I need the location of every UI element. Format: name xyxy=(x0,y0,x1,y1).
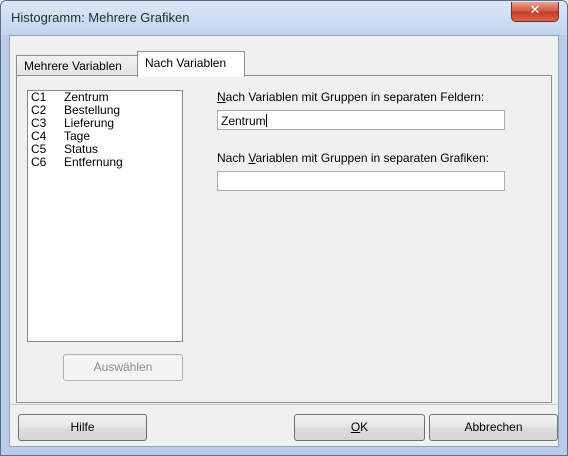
cancel-button[interactable]: Abbrechen xyxy=(429,414,558,441)
separate-graphs-label: Nach Variablen mit Gruppen in separaten … xyxy=(217,151,489,165)
title-bar[interactable]: Histogramm: Mehrere Grafiken ✕ xyxy=(1,1,567,35)
window-title: Histogramm: Mehrere Grafiken xyxy=(11,10,190,25)
label-part: Nach xyxy=(217,151,249,165)
button-label: Hilfe xyxy=(70,420,95,434)
ok-button[interactable]: OK xyxy=(294,414,425,441)
list-item[interactable]: C3 Lieferung xyxy=(28,117,182,130)
tab-label: Nach Variablen xyxy=(145,56,227,70)
text-caret xyxy=(265,114,267,127)
variable-listbox[interactable]: C1 Zentrum C2 Bestellung C3 Lieferung C4… xyxy=(27,90,183,342)
button-label: Abbrechen xyxy=(464,420,523,434)
input-value: Zentrum xyxy=(221,114,266,128)
list-item[interactable]: C6 Entfernung xyxy=(28,156,182,169)
divider xyxy=(10,404,558,405)
label-part: ach Variablen mit Gruppen in separaten F… xyxy=(225,90,485,104)
tab-panel-nach-variablen: C1 Zentrum C2 Bestellung C3 Lieferung C4… xyxy=(16,75,552,403)
separate-graphs-input[interactable] xyxy=(217,171,505,191)
tab-nach-variablen[interactable]: Nach Variablen xyxy=(137,51,245,77)
list-item[interactable]: C4 Tage xyxy=(28,130,182,143)
button-mnemonic: O xyxy=(350,420,361,434)
label-mnemonic: N xyxy=(217,90,226,104)
select-button[interactable]: Auswählen xyxy=(63,354,183,381)
tab-label: Mehrere Variablen xyxy=(24,59,122,73)
close-icon: ✕ xyxy=(529,3,541,18)
help-button[interactable]: Hilfe xyxy=(18,414,147,441)
dialog-client-area: Mehrere Variablen Nach Variablen C1 Zent… xyxy=(9,35,559,447)
close-button[interactable]: ✕ xyxy=(511,2,559,22)
tab-mehrere-variablen[interactable]: Mehrere Variablen xyxy=(16,55,138,76)
separate-panels-label: Nach Variablen mit Gruppen in separaten … xyxy=(217,90,484,104)
dialog-window: Histogramm: Mehrere Grafiken ✕ Mehrere V… xyxy=(0,0,568,456)
column-id: C6 xyxy=(31,155,47,169)
column-name: Entfernung xyxy=(64,155,123,169)
separate-panels-input[interactable]: Zentrum xyxy=(217,110,505,130)
button-label: K xyxy=(360,420,369,434)
button-label: Auswählen xyxy=(93,360,153,374)
label-part: ariablen mit Gruppen in separaten Grafik… xyxy=(255,151,489,165)
